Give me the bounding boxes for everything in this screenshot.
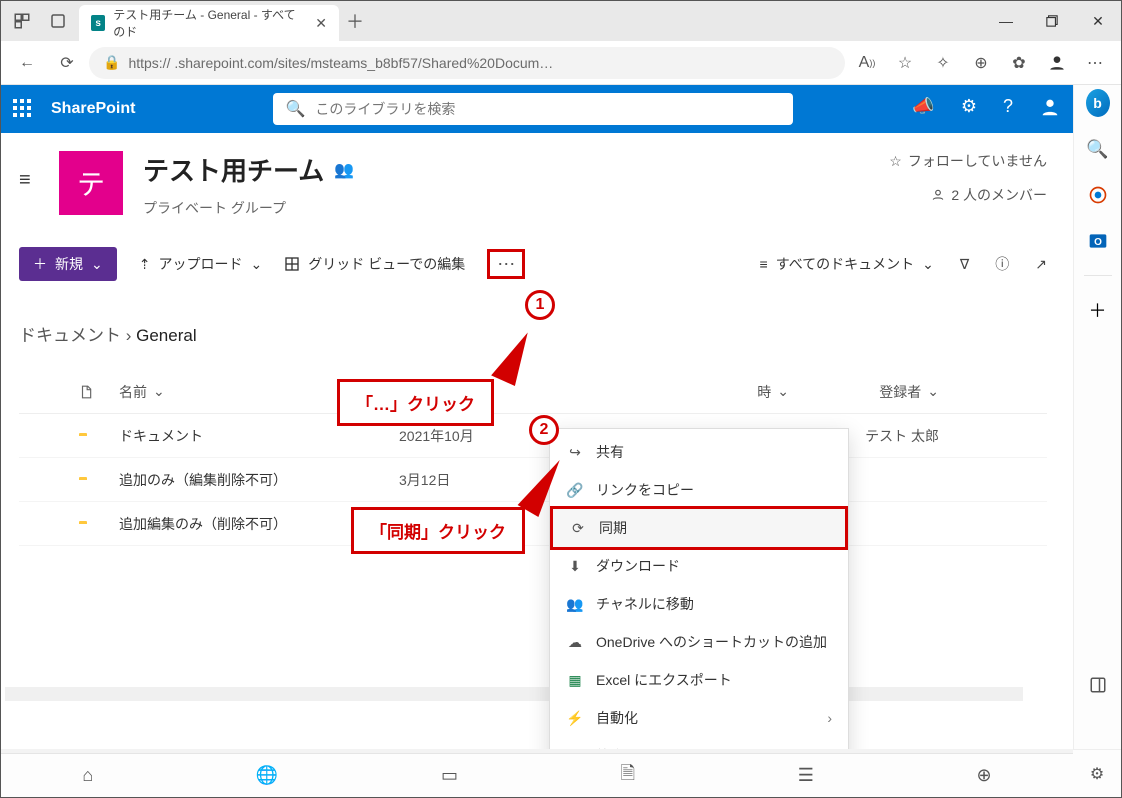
tab-title: テスト用チーム - General - すべてのド [113, 6, 297, 40]
suite-bar: SharePoint 🔍 📣 ⚙ ? [1, 85, 1073, 133]
chevron-right-icon: › [827, 710, 832, 726]
more-actions-button[interactable]: ⋯ [487, 249, 525, 279]
window-titlebar: s テスト用チーム - General - すべてのド ✕ ＋ — ✕ [1, 1, 1121, 41]
help-icon[interactable]: ? [1003, 96, 1013, 123]
url-field[interactable]: 🔒 https:// .sharepoint.com/sites/msteams… [89, 47, 845, 79]
more-menu-icon[interactable]: ⋯ [1077, 47, 1113, 79]
web-icon[interactable]: 🌐 [256, 765, 278, 786]
grid-edit-button[interactable]: グリッド ビューでの編集 [284, 254, 465, 274]
brand-label[interactable]: SharePoint [51, 100, 135, 118]
outlook-icon[interactable]: O [1086, 229, 1110, 253]
refresh-button[interactable]: ⟳ [49, 47, 85, 79]
address-bar: ← ⟳ 🔒 https:// .sharepoint.com/sites/mst… [1, 41, 1121, 85]
annotation-badge-1: 1 [525, 290, 555, 320]
excel-icon: ▦ [566, 672, 584, 689]
read-aloud-icon[interactable]: A)) [849, 47, 885, 79]
flow-icon: ⚡ [566, 710, 584, 727]
add-rail-icon[interactable]: ＋ [1086, 298, 1110, 322]
back-button[interactable]: ← [9, 47, 45, 79]
column-type[interactable] [79, 384, 119, 400]
sharepoint-favicon: s [91, 15, 105, 31]
search-icon: 🔍 [285, 99, 305, 119]
download-icon: ⬇ [566, 558, 584, 575]
filter-icon[interactable]: ∇ [960, 256, 969, 273]
annotation-badge-2: 2 [529, 415, 559, 445]
onedrive-icon: ☁ [566, 634, 584, 651]
column-author[interactable]: 登録者 ⌄ [789, 382, 939, 402]
sidebar-toggle-icon[interactable] [1086, 673, 1110, 697]
app-launcher-icon[interactable] [13, 99, 33, 119]
ctx-integrate[interactable]: ▥統合› [550, 737, 848, 749]
browser-bottom-toolbar: ⌂ 🌐 ▭ 🗎 ☰ ⊕ [1, 753, 1073, 797]
ctx-share[interactable]: ↪共有 [550, 433, 848, 471]
gear-icon[interactable]: ⚙ [961, 96, 977, 123]
ctx-sync[interactable]: ⟳同期 [550, 506, 848, 550]
svg-text:O: O [1094, 237, 1102, 248]
integrate-icon: ▥ [566, 748, 584, 750]
view-selector[interactable]: ≡ すべてのドキュメント ⌄ [760, 254, 934, 274]
bing-chat-icon[interactable]: b [1086, 91, 1110, 115]
site-privacy: プライベート グループ [143, 198, 354, 218]
search-box[interactable]: 🔍 [273, 93, 793, 125]
command-bar: ＋ 新規 ⌄ ⇡ アップロード ⌄ グリッド ビューでの編集 ⋯ ≡ すべてのド… [19, 247, 1047, 281]
lock-icon: 🔒 [103, 54, 120, 71]
info-icon[interactable]: ⓘ [995, 254, 1009, 274]
list-icon[interactable]: ☰ [798, 765, 814, 786]
tab-actions-icon[interactable] [49, 12, 67, 30]
sync-icon: ⟳ [569, 520, 587, 537]
upload-button[interactable]: ⇡ アップロード ⌄ [139, 254, 262, 274]
annotation-callout-sync: 「同期」クリック [351, 507, 525, 554]
add-icon[interactable]: ⊕ [977, 765, 992, 786]
search-rail-icon[interactable]: 🔍 [1086, 137, 1110, 161]
teams-icon: 👥 [334, 160, 354, 180]
members-button[interactable]: 2 人のメンバー [889, 185, 1047, 205]
site-title[interactable]: テスト用チーム 👥 [143, 151, 354, 188]
search-input[interactable] [315, 101, 781, 117]
follow-button[interactable]: ☆ フォローしていません [889, 151, 1047, 171]
edge-sidebar: b 🔍 O ＋ [1073, 85, 1121, 749]
minimize-button[interactable]: — [983, 1, 1029, 41]
ctx-export-excel[interactable]: ▦Excel にエクスポート [550, 661, 848, 699]
new-button[interactable]: ＋ 新規 ⌄ [19, 247, 117, 281]
teams-icon: 👥 [566, 596, 584, 613]
collections-icon[interactable]: ⊕ [963, 47, 999, 79]
document-table: 名前 ⌄ 更新日時 時 ⌄ 登録者 ⌄ ドキュメント2021年10月 月16日 … [19, 370, 1047, 546]
close-tab-icon[interactable]: ✕ [315, 15, 327, 32]
breadcrumb-root[interactable]: ドキュメント [19, 326, 121, 345]
favorite-icon[interactable]: ☆ [887, 47, 923, 79]
chevron-right-icon: › [827, 748, 832, 749]
site-nav-toggle[interactable]: ≡ [19, 169, 39, 192]
context-menu: ↪共有 🔗リンクをコピー ⟳同期 ⬇ダウンロード 👥チャネルに移動 ☁OneDr… [549, 428, 849, 749]
reader-icon[interactable]: ▭ [441, 765, 458, 786]
workspaces-icon[interactable] [13, 12, 31, 30]
ctx-copy-link[interactable]: 🔗リンクをコピー [550, 471, 848, 509]
page-content: SharePoint 🔍 📣 ⚙ ? ≡ テ テスト用チーム 👥 プライベート … [1, 85, 1073, 749]
ctx-automate[interactable]: ⚡自動化› [550, 699, 848, 737]
ctx-onedrive-shortcut[interactable]: ☁OneDrive へのショートカットの追加 [550, 623, 848, 661]
link-icon: 🔗 [566, 482, 584, 499]
ctx-download[interactable]: ⬇ダウンロード [550, 547, 848, 585]
files-icon[interactable]: 🗎 [621, 761, 635, 791]
megaphone-icon[interactable]: 📣 [912, 96, 934, 123]
expand-icon[interactable]: ↗ [1035, 256, 1047, 273]
breadcrumb-current: General [136, 326, 196, 345]
settings-rail-icon[interactable]: ⚙ [1073, 749, 1121, 797]
favorites-bar-icon[interactable]: ✧ [925, 47, 961, 79]
home-icon[interactable]: ⌂ [82, 765, 93, 786]
new-tab-button[interactable]: ＋ [339, 1, 371, 41]
column-modified-by[interactable]: 時 ⌄ [599, 382, 789, 402]
copilot-icon[interactable] [1086, 183, 1110, 207]
profile-icon[interactable] [1039, 47, 1075, 79]
browser-tab[interactable]: s テスト用チーム - General - すべてのド ✕ [79, 5, 339, 41]
annotation-callout-more: 「…」クリック [337, 379, 494, 426]
horizontal-scrollbar[interactable] [5, 687, 1023, 701]
maximize-button[interactable] [1029, 1, 1075, 41]
url-text: https:// .sharepoint.com/sites/msteams_b… [128, 55, 553, 71]
close-window-button[interactable]: ✕ [1075, 1, 1121, 41]
account-icon[interactable] [1039, 96, 1061, 123]
share-icon: ↪ [566, 444, 584, 461]
site-logo: テ [59, 151, 123, 215]
extension-icon[interactable]: ✿ [1001, 47, 1037, 79]
ctx-move-channel[interactable]: 👥チャネルに移動 [550, 585, 848, 623]
